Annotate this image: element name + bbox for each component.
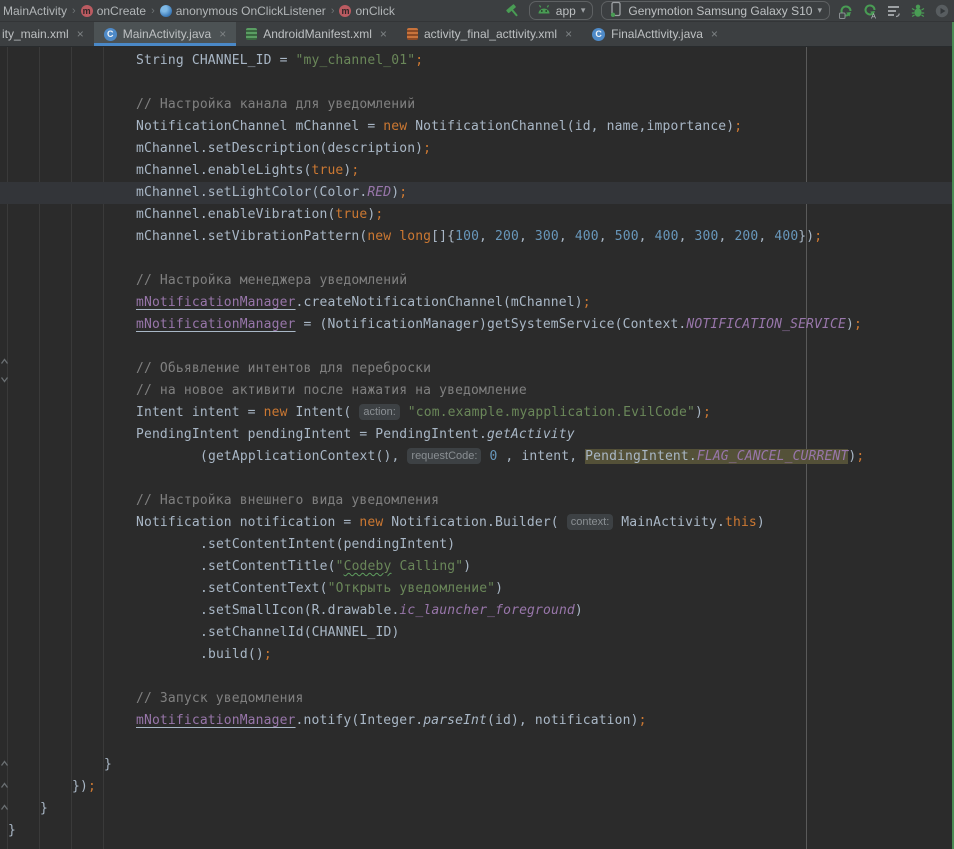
toolbar-right: app ▾ Genymotion Samsung Galaxy S10 ▾ A	[505, 1, 954, 20]
code-line: // Обьявление интентов для переброски	[0, 358, 954, 380]
code-line: NotificationChannel mChannel = new Notif…	[0, 116, 954, 138]
code-line: Notification notification = new Notifica…	[0, 512, 954, 534]
tab-label: MainActivity.java	[123, 27, 211, 41]
code-line	[0, 732, 954, 754]
code-line: mNotificationManager.notify(Integer.pars…	[0, 710, 954, 732]
code-line: // Настройка канала для уведомлений	[0, 94, 954, 116]
code-area[interactable]: String CHANNEL_ID = "my_channel_01"; // Н…	[0, 47, 954, 842]
close-icon[interactable]: ×	[219, 27, 226, 41]
xml-file-icon	[407, 28, 418, 40]
profiler-icon[interactable]	[886, 3, 902, 19]
debug-icon[interactable]	[910, 3, 926, 19]
breadcrumb-label: anonymous OnClickListener	[176, 4, 326, 18]
code-line: .setContentTitle("Codeby Calling")	[0, 556, 954, 578]
breadcrumb-label: MainActivity	[3, 4, 67, 18]
code-line: mChannel.enableLights(true);	[0, 160, 954, 182]
code-line: // Настройка внешнего вида уведомления	[0, 490, 954, 512]
fold-marker-icon[interactable]	[0, 777, 9, 795]
code-line: mNotificationManager.createNotificationC…	[0, 292, 954, 314]
fold-marker-icon[interactable]	[0, 371, 9, 389]
apply-code-changes-icon[interactable]: A	[862, 3, 878, 19]
fold-marker-icon[interactable]	[0, 755, 9, 773]
breadcrumb: MainActivity›monCreate›anonymous OnClick…	[0, 4, 395, 18]
fold-marker-icon[interactable]	[0, 799, 9, 817]
tab-label: FinalActtivity.java	[611, 27, 703, 41]
close-icon[interactable]: ×	[77, 27, 84, 41]
breadcrumb-label: onClick	[355, 4, 394, 18]
svg-text:A: A	[871, 11, 876, 19]
build-hammer-icon[interactable]	[505, 3, 521, 19]
code-line: });	[0, 776, 954, 798]
breadcrumb-item[interactable]: MainActivity	[3, 4, 67, 18]
code-line: Intent intent = new Intent( action: "com…	[0, 402, 954, 424]
anon-class-icon	[160, 5, 172, 17]
fold-marker-icon[interactable]	[0, 353, 9, 371]
breadcrumb-item[interactable]: m onClick	[339, 4, 394, 18]
close-icon[interactable]: ×	[380, 27, 387, 41]
main-toolbar: MainActivity›monCreate›anonymous OnClick…	[0, 0, 954, 22]
breadcrumb-label: onCreate	[97, 4, 146, 18]
tab-AndroidManifest.xml[interactable]: AndroidManifest.xml ×	[236, 22, 397, 46]
method-icon: m	[339, 5, 351, 17]
breadcrumb-item[interactable]: m onCreate	[81, 4, 146, 18]
chevron-down-icon: ▾	[817, 5, 822, 16]
code-line	[0, 72, 954, 94]
code-line: String CHANNEL_ID = "my_channel_01";	[0, 50, 954, 72]
code-line: }	[0, 754, 954, 776]
code-line	[0, 336, 954, 358]
android-icon	[537, 3, 551, 18]
run-configuration-label: app	[556, 4, 576, 18]
method-icon: m	[81, 5, 93, 17]
code-line: mChannel.enableVibration(true);	[0, 204, 954, 226]
code-line	[0, 248, 954, 270]
code-line: .setSmallIcon(R.drawable.ic_launcher_for…	[0, 600, 954, 622]
code-line: PendingIntent pendingIntent = PendingInt…	[0, 424, 954, 446]
tab-label: activity_final_acttivity.xml	[424, 27, 557, 41]
tab-bar: ity_main.xml×CMainActivity.java×AndroidM…	[0, 22, 954, 47]
chevron-down-icon: ▾	[581, 5, 586, 16]
attach-debugger-icon[interactable]	[934, 3, 950, 19]
close-icon[interactable]: ×	[711, 27, 718, 41]
code-line	[0, 468, 954, 490]
android-studio-window: MainActivity›monCreate›anonymous OnClick…	[0, 0, 954, 849]
code-line: .setChannelId(CHANNEL_ID)	[0, 622, 954, 644]
code-line: // на новое активити после нажатия на ув…	[0, 380, 954, 402]
tab-label: ity_main.xml	[2, 27, 69, 41]
code-line	[0, 666, 954, 688]
code-line: mNotificationManager = (NotificationMana…	[0, 314, 954, 336]
code-line: }	[0, 820, 954, 842]
tab-ity_main.xml[interactable]: ity_main.xml ×	[0, 22, 94, 46]
code-line: mChannel.setVibrationPattern(new long[]{…	[0, 226, 954, 248]
device-phone-icon	[609, 1, 623, 20]
code-line: .build();	[0, 644, 954, 666]
breadcrumb-item[interactable]: anonymous OnClickListener	[160, 4, 326, 18]
java-file-icon: C	[104, 28, 117, 41]
code-line: mChannel.setLightColor(Color.RED);	[0, 182, 954, 204]
manifest-file-icon	[246, 28, 257, 40]
tab-label: AndroidManifest.xml	[263, 27, 372, 41]
code-line: mChannel.setDescription(description);	[0, 138, 954, 160]
apply-changes-icon[interactable]	[838, 3, 854, 19]
tab-FinalActtivity.java[interactable]: C FinalActtivity.java ×	[582, 22, 728, 46]
code-line: (getApplicationContext(), requestCode: 0…	[0, 446, 954, 468]
breadcrumb-separator: ›	[150, 5, 156, 17]
device-label: Genymotion Samsung Galaxy S10	[628, 4, 812, 18]
breadcrumb-separator: ›	[71, 5, 77, 17]
tab-MainActivity.java[interactable]: C MainActivity.java ×	[94, 22, 237, 46]
code-line: // Запуск уведомления	[0, 688, 954, 710]
java-file-icon: C	[592, 28, 605, 41]
close-icon[interactable]: ×	[565, 27, 572, 41]
code-line: .setContentText("Открыть уведомление")	[0, 578, 954, 600]
code-line: // Настройка менеджера уведомлений	[0, 270, 954, 292]
code-line: .setContentIntent(pendingIntent)	[0, 534, 954, 556]
tab-activity_final_acttivity.xml[interactable]: activity_final_acttivity.xml ×	[397, 22, 582, 46]
run-configuration-select[interactable]: app ▾	[529, 1, 594, 20]
device-select[interactable]: Genymotion Samsung Galaxy S10 ▾	[601, 1, 830, 20]
code-line: }	[0, 798, 954, 820]
editor[interactable]: String CHANNEL_ID = "my_channel_01"; // Н…	[0, 47, 954, 849]
breadcrumb-separator: ›	[330, 5, 336, 17]
